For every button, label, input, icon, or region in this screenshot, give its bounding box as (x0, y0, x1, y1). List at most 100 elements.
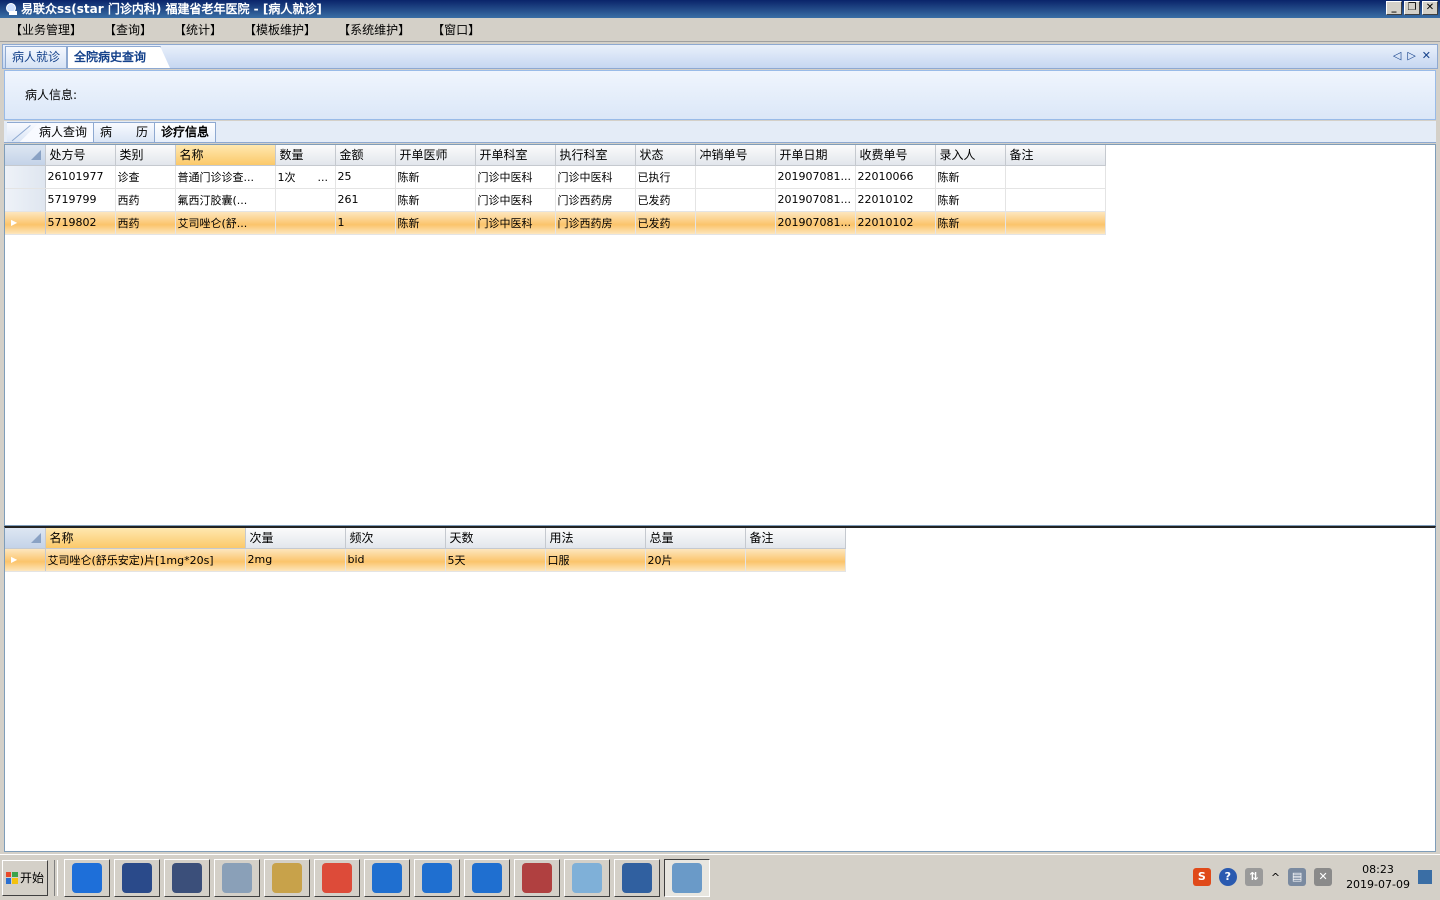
taskbar-app-button[interactable] (164, 858, 210, 897)
tab-patient-visit[interactable]: 病人就诊 (5, 46, 68, 68)
table-cell[interactable]: 22010066 (855, 165, 936, 189)
detail-column-header[interactable]: 备注 (745, 528, 846, 549)
main-column-header[interactable]: 录入人 (935, 145, 1006, 166)
table-cell[interactable] (1005, 165, 1106, 189)
table-cell[interactable]: 门诊中医科 (475, 188, 556, 212)
menu-business[interactable]: 【业务管理】 (10, 21, 82, 38)
network-icon[interactable]: ▤ (1288, 868, 1307, 886)
taskbar-app-button[interactable] (114, 858, 160, 897)
table-cell[interactable]: 5719799 (45, 188, 116, 212)
main-column-header[interactable]: 执行科室 (555, 145, 636, 166)
main-column-header[interactable]: 金额 (335, 145, 396, 166)
menu-templates[interactable]: 【模板维护】 (244, 21, 316, 38)
table-cell[interactable]: 陈新 (395, 165, 476, 189)
table-row[interactable]: ▶ 5719802 西药 艾司唑仑(舒... 1 陈新 门诊中医科 门诊西药房 已发药 20190… (5, 211, 1106, 235)
taskbar-app-button[interactable] (214, 858, 260, 897)
grid-corner[interactable] (5, 528, 46, 549)
taskbar-app-button[interactable] (514, 858, 560, 897)
row-header[interactable] (5, 188, 46, 212)
close-button[interactable]: ✕ (1422, 1, 1438, 15)
table-cell[interactable]: 陈新 (395, 188, 476, 212)
table-cell[interactable] (275, 188, 336, 212)
taskbar-app-button[interactable] (614, 858, 660, 897)
menu-statistics[interactable]: 【统计】 (174, 21, 222, 38)
table-cell[interactable] (695, 188, 776, 212)
sogou-ime-icon[interactable]: S (1192, 868, 1211, 886)
table-row[interactable]: 26101977 诊查 普通门诊诊查... 1次 ... 25 陈新 门诊中医科 门诊中医科已… (5, 165, 1106, 189)
table-cell[interactable]: 1 (335, 211, 396, 235)
table-cell[interactable]: 201907081... (775, 211, 856, 235)
detail-column-header[interactable]: 频次 (345, 528, 446, 549)
tab-patient-query[interactable]: 病人查询 (7, 122, 95, 142)
table-cell[interactable]: 艾司唑仑(舒... (175, 211, 276, 235)
table-cell[interactable]: 陈新 (935, 211, 1006, 235)
table-cell[interactable]: 2mg (245, 548, 346, 572)
menu-system[interactable]: 【系统维护】 (338, 21, 410, 38)
tab-close-icon[interactable]: ✕ (1422, 49, 1431, 62)
tab-treatment-info[interactable]: 诊疗信息 (154, 122, 217, 142)
table-cell[interactable] (1005, 188, 1106, 212)
table-cell[interactable]: 门诊西药房 (555, 211, 636, 235)
table-cell[interactable]: 261 (335, 188, 396, 212)
table-cell[interactable]: 西药 (115, 188, 176, 212)
clock[interactable]: 08:23 2019-07-09 (1346, 862, 1410, 892)
table-cell[interactable]: 陈新 (935, 165, 1006, 189)
main-column-header[interactable]: 类别 (115, 145, 176, 166)
show-hidden-icons-icon[interactable]: ^ (1271, 871, 1280, 884)
table-cell[interactable]: 26101977 (45, 165, 116, 189)
table-row[interactable]: ▶ 艾司唑仑(舒乐安定)片[1mg*20s] 2mg bid 5天 口服 20片 (5, 548, 846, 572)
table-cell[interactable] (1005, 211, 1106, 235)
menu-window[interactable]: 【窗口】 (432, 21, 480, 38)
main-column-header[interactable]: 开单科室 (475, 145, 556, 166)
main-column-header[interactable]: 开单医师 (395, 145, 476, 166)
table-cell[interactable] (275, 211, 336, 235)
tab-scroll-left-icon[interactable]: ◁ (1393, 49, 1401, 62)
table-cell[interactable]: 已发药 (635, 188, 696, 212)
grid-corner[interactable] (5, 145, 46, 166)
table-cell[interactable]: 5719802 (45, 211, 116, 235)
help-icon[interactable]: ? (1218, 868, 1237, 886)
volume-muted-icon[interactable]: ✕ (1314, 868, 1333, 886)
main-column-header[interactable]: 收费单号 (855, 145, 936, 166)
table-cell[interactable]: 5天 (445, 548, 546, 572)
table-cell[interactable] (695, 211, 776, 235)
start-button[interactable]: 开始 (2, 859, 48, 896)
table-cell[interactable]: 20片 (645, 548, 746, 572)
table-cell[interactable]: 西药 (115, 211, 176, 235)
row-header[interactable]: ▶ (5, 548, 46, 572)
main-column-header[interactable]: 状态 (635, 145, 696, 166)
tab-hospital-history[interactable]: 全院病史查询 (67, 46, 171, 68)
table-cell[interactable]: 25 (335, 165, 396, 189)
minimize-button[interactable]: _ (1386, 1, 1402, 15)
main-column-header[interactable]: 处方号 (45, 145, 116, 166)
table-cell[interactable]: 诊查 (115, 165, 176, 189)
taskbar-app-button[interactable] (414, 858, 460, 897)
table-cell[interactable]: 普通门诊诊查... (175, 165, 276, 189)
table-cell[interactable]: 门诊西药房 (555, 188, 636, 212)
table-cell[interactable]: 22010102 (855, 188, 936, 212)
detail-column-header[interactable]: 天数 (445, 528, 546, 549)
tab-scroll-right-icon[interactable]: ▷ (1407, 49, 1415, 62)
table-cell[interactable]: 201907081... (775, 165, 856, 189)
table-cell[interactable]: 201907081... (775, 188, 856, 212)
table-cell[interactable]: 门诊中医科 (555, 165, 636, 189)
table-cell[interactable]: 氟西汀胶囊(... (175, 188, 276, 212)
language-bar-icon[interactable]: ⇅ (1244, 868, 1263, 886)
main-column-header[interactable]: 数量 (275, 145, 336, 166)
taskbar-app-button[interactable] (664, 858, 710, 897)
table-cell[interactable]: 已发药 (635, 211, 696, 235)
taskbar-app-button[interactable] (314, 858, 360, 897)
table-cell[interactable]: 1次 ... (275, 165, 336, 189)
table-cell[interactable]: 艾司唑仑(舒乐安定)片[1mg*20s] (45, 548, 246, 572)
taskbar-app-button[interactable] (464, 858, 510, 897)
restore-button[interactable]: ❐ (1404, 1, 1420, 15)
row-header[interactable]: ▶ (5, 211, 46, 235)
detail-column-header[interactable]: 总量 (645, 528, 746, 549)
main-column-header[interactable]: 开单日期 (775, 145, 856, 166)
menu-query[interactable]: 【查询】 (104, 21, 152, 38)
detail-column-header[interactable]: 用法 (545, 528, 646, 549)
main-column-header[interactable]: 名称 (175, 145, 276, 166)
taskbar-app-button[interactable] (564, 858, 610, 897)
taskbar-app-button[interactable] (64, 858, 110, 897)
detail-column-header[interactable]: 名称 (45, 528, 246, 549)
